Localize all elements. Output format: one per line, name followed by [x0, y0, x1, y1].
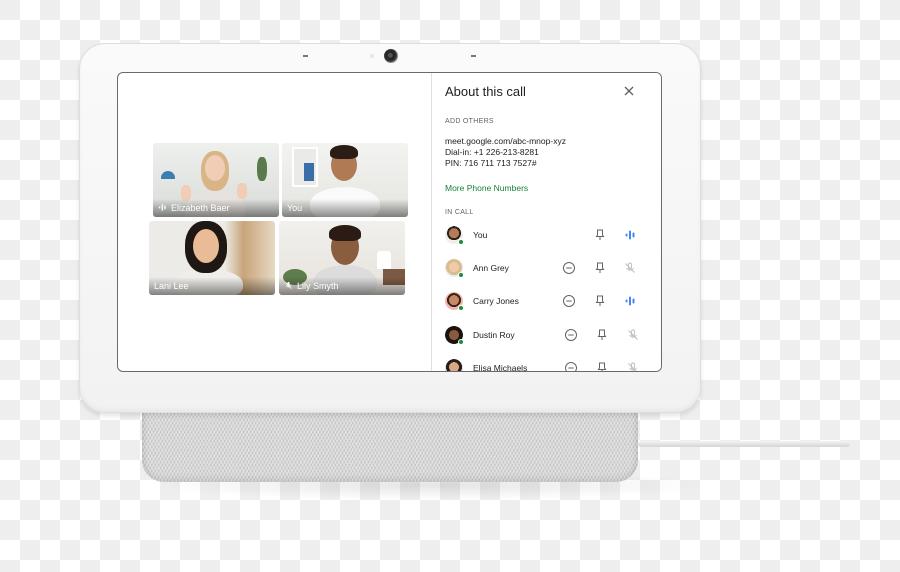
camera-indicator: [370, 54, 374, 58]
person-face: [205, 155, 225, 181]
participant-name: You: [473, 230, 488, 240]
pin-icon: [595, 262, 605, 273]
participant-name: Dustin Roy: [473, 330, 515, 340]
participant-row[interactable]: Ann Grey: [445, 257, 660, 281]
person-face: [193, 229, 219, 263]
participant-name: Elizabeth Baer: [171, 203, 230, 213]
online-indicator: [458, 239, 464, 245]
pin-icon: [595, 295, 605, 306]
online-indicator: [458, 272, 464, 278]
pin-value: 716 711 713 7527#: [463, 158, 537, 168]
plant: [257, 157, 267, 181]
video-grid: Elizabeth Baer You Lani Lee Lily Smyth: [118, 73, 431, 371]
participant-name: Lani Lee: [154, 281, 189, 291]
audio-indicator: [623, 261, 637, 275]
about-call-panel: About this call ADD OTHERS meet.google.c…: [431, 73, 661, 372]
speaking-icon: [625, 230, 635, 240]
pin-button[interactable]: [593, 261, 607, 275]
video-tile[interactable]: Lani Lee: [149, 221, 275, 295]
camera-icon: [384, 49, 398, 63]
pin-label: PIN:: [445, 158, 462, 168]
remove-participant-button[interactable]: [564, 328, 578, 342]
meeting-link[interactable]: meet.google.com/abc-mnop-xyz: [445, 136, 566, 147]
speaking-icon: [158, 203, 167, 214]
person-hair: [330, 145, 358, 159]
lamp: [377, 251, 391, 269]
pin-button[interactable]: [593, 294, 607, 308]
pin-button[interactable]: [595, 328, 609, 342]
dial-in-label: Dial-in:: [445, 147, 472, 157]
power-cable: [638, 441, 850, 447]
video-tile[interactable]: Elizabeth Baer: [153, 143, 279, 217]
online-indicator: [458, 339, 464, 345]
tile-label: Lily Smyth: [279, 277, 405, 295]
pin-icon: [597, 362, 607, 371]
remove-icon: [565, 362, 577, 371]
hand: [237, 183, 247, 199]
tile-label: Lani Lee: [149, 277, 275, 295]
participant-row[interactable]: Carry Jones: [445, 290, 660, 314]
add-others-heading: ADD OTHERS: [445, 118, 494, 125]
participant-name: Lily Smyth: [297, 281, 339, 291]
tile-label: You: [282, 199, 408, 217]
pin-icon: [597, 329, 607, 340]
light-sensor: [303, 55, 308, 57]
participant-row[interactable]: Dustin Roy: [445, 324, 660, 348]
remove-icon: [565, 329, 577, 341]
more-phone-numbers-link[interactable]: More Phone Numbers: [445, 183, 528, 193]
mic-off-icon: [628, 362, 637, 371]
speaking-icon: [625, 296, 635, 306]
mic-off-icon: [284, 281, 293, 292]
participant-name: You: [287, 203, 303, 213]
display-screen: Elizabeth Baer You Lani Lee Lily Smyth A…: [117, 72, 662, 372]
pin: PIN: 716 711 713 7527#: [445, 158, 566, 169]
mic-off-icon: [628, 329, 638, 340]
video-tile[interactable]: Lily Smyth: [279, 221, 405, 295]
audio-indicator: [626, 328, 640, 342]
remove-icon: [563, 295, 575, 307]
lamp: [161, 171, 175, 179]
pin-button[interactable]: [595, 361, 609, 371]
remove-icon: [563, 262, 575, 274]
panel-title: About this call: [445, 84, 526, 99]
dial-in: Dial-in: +1 226-213-8281: [445, 147, 566, 158]
mic-sensor: [471, 55, 476, 57]
person-hair: [329, 225, 361, 241]
avatar: [445, 359, 463, 371]
close-icon: [624, 86, 634, 96]
audio-indicator: [626, 361, 640, 371]
participant-row[interactable]: You: [445, 224, 660, 248]
remove-participant-button[interactable]: [564, 361, 578, 371]
participant-name: Carry Jones: [473, 296, 519, 306]
close-button[interactable]: [622, 84, 636, 98]
pin-button[interactable]: [593, 228, 607, 242]
audio-indicator: [623, 228, 637, 242]
remove-participant-button[interactable]: [562, 261, 576, 275]
call-info: meet.google.com/abc-mnop-xyz Dial-in: +1…: [445, 136, 566, 169]
participant-name: Ann Grey: [473, 263, 509, 273]
tile-label: Elizabeth Baer: [153, 199, 279, 217]
mic-off-icon: [625, 262, 635, 273]
participant-name: Elisa Michaels: [473, 363, 528, 372]
dial-in-number[interactable]: +1 226-213-8281: [474, 147, 539, 157]
in-call-heading: IN CALL: [445, 209, 474, 216]
participant-row[interactable]: Elisa Michaels: [445, 357, 660, 372]
pin-icon: [595, 229, 605, 240]
online-indicator: [458, 305, 464, 311]
video-tile[interactable]: You: [282, 143, 408, 217]
book: [304, 163, 314, 181]
audio-indicator: [623, 294, 637, 308]
remove-participant-button[interactable]: [562, 294, 576, 308]
